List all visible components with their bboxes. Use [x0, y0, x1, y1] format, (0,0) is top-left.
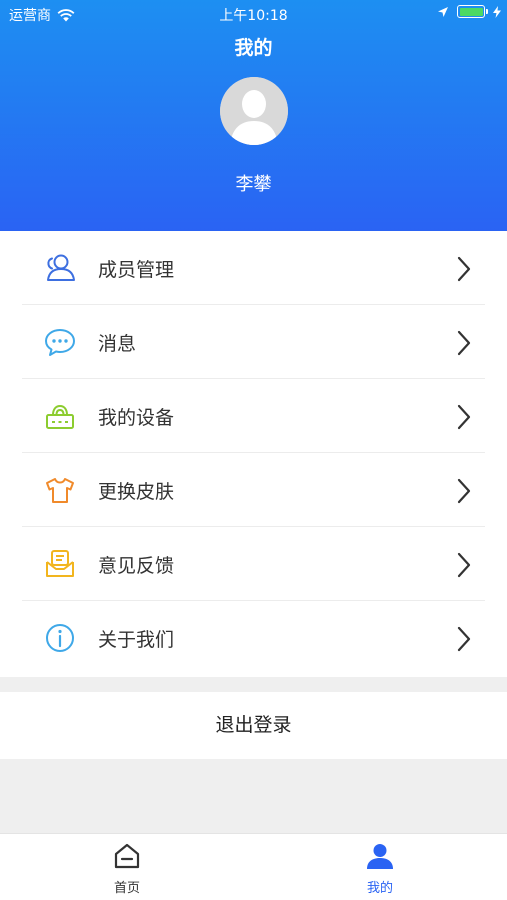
default-avatar-icon — [220, 77, 288, 145]
menu-item-label: 消息 — [98, 333, 137, 355]
profile-header: 运营商 上午10:18 我的 李攀 — [0, 0, 507, 231]
menu-item-feedback[interactable]: 意见反馈 — [0, 527, 507, 601]
home-icon — [114, 843, 140, 869]
chevron-right-icon — [457, 404, 471, 430]
tab-bar: 首页 我的 — [0, 833, 507, 900]
page-title: 我的 — [234, 37, 273, 59]
status-bar: 运营商 上午10:18 — [0, 0, 507, 28]
skin-icon — [46, 478, 74, 503]
menu-item-label: 关于我们 — [98, 629, 175, 651]
device-icon — [46, 404, 74, 429]
menu-item-label: 我的设备 — [98, 407, 175, 429]
feedback-icon — [46, 550, 74, 577]
menu-item-label: 意见反馈 — [98, 555, 175, 577]
status-time: 上午10:18 — [219, 8, 288, 24]
tab-home[interactable]: 首页 — [67, 834, 187, 900]
chevron-right-icon — [457, 330, 471, 356]
chevron-right-icon — [457, 478, 471, 504]
chevron-right-icon — [457, 552, 471, 578]
members-icon — [47, 254, 75, 281]
tab-label: 首页 — [113, 881, 140, 896]
tab-profile[interactable]: 我的 — [320, 834, 440, 900]
status-right — [437, 5, 501, 18]
avatar[interactable] — [220, 77, 288, 145]
menu-item-about[interactable]: 关于我们 — [0, 601, 507, 675]
menu-item-devices[interactable]: 我的设备 — [0, 379, 507, 453]
location-icon — [438, 6, 448, 17]
tab-label: 我的 — [366, 881, 393, 896]
menu-item-label: 成员管理 — [98, 259, 175, 281]
menu-item-skin[interactable]: 更换皮肤 — [0, 453, 507, 527]
user-name: 李攀 — [235, 174, 272, 195]
menu-item-messages[interactable]: 消息 — [0, 305, 507, 379]
chevron-right-icon — [457, 256, 471, 282]
menu-list: 成员管理 消息 我的设备 更换皮肤 意见反馈 关于我们 — [0, 231, 507, 677]
chevron-right-icon — [457, 626, 471, 652]
charging-icon — [493, 5, 501, 18]
info-icon — [46, 624, 74, 652]
battery-icon — [457, 5, 488, 18]
logout-button[interactable]: 退出登录 — [0, 692, 507, 759]
menu-item-members[interactable]: 成员管理 — [0, 231, 507, 305]
message-icon — [45, 329, 75, 356]
menu-item-label: 更换皮肤 — [98, 481, 175, 503]
profile-icon — [367, 844, 393, 869]
